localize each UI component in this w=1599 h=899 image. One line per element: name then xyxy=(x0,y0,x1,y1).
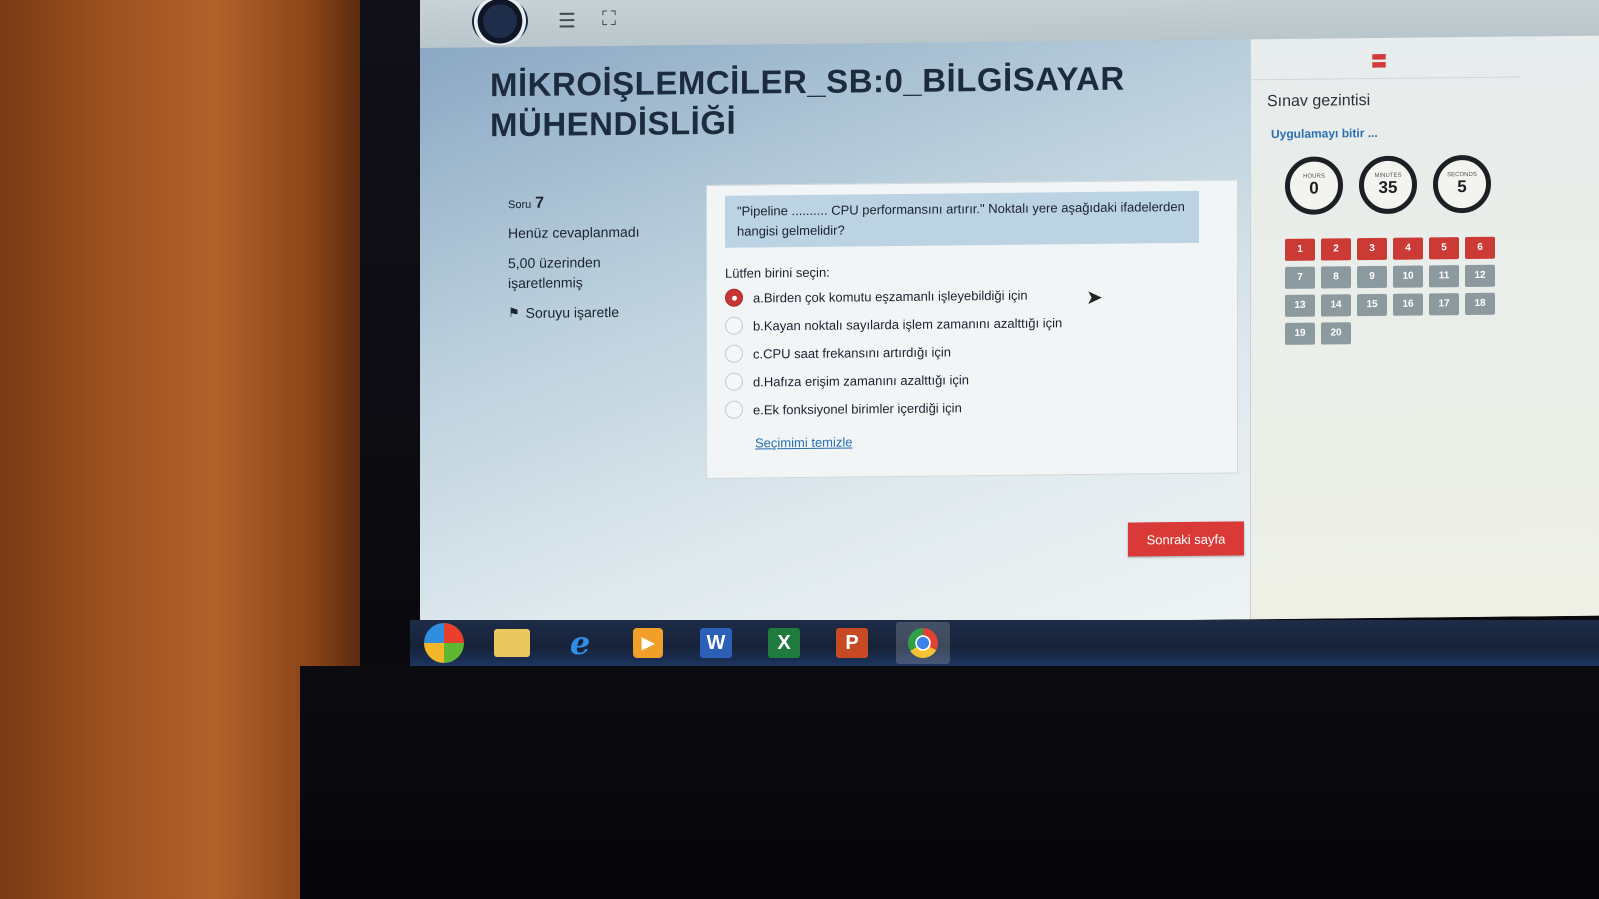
question-nav-button[interactable]: 16 xyxy=(1393,293,1423,316)
media-player-button[interactable]: ▶ xyxy=(624,623,672,663)
question-nav-button[interactable]: 12 xyxy=(1465,264,1495,288)
timer-hours-value: 0 xyxy=(1309,178,1319,198)
clear-selection-link[interactable]: Seçimimi temizle xyxy=(755,434,853,450)
excel-button[interactable]: X xyxy=(760,623,808,663)
excel-icon: X xyxy=(768,628,800,658)
radio-button[interactable] xyxy=(725,372,743,391)
answer-option-label: a.Birden çok komutu eşzamanlı işleyebild… xyxy=(753,287,1028,306)
question-status: Henüz cevaplanmadı xyxy=(508,223,640,242)
finish-attempt-link[interactable]: Uygulamayı bitir ... xyxy=(1271,126,1378,141)
timer-seconds: SECONDS 5 xyxy=(1433,154,1491,214)
question-nav-button[interactable]: 18 xyxy=(1465,292,1495,316)
browser-screen: ☰ ⛶ MİKROİŞLEMCİLER_SB:0_BİLGİSAYAR MÜHE… xyxy=(420,0,1599,629)
question-nav-button[interactable]: 11 xyxy=(1429,265,1459,288)
question-nav-button[interactable]: 20 xyxy=(1321,322,1351,345)
windows-start-icon xyxy=(424,623,464,663)
answer-option-label: d.Hafıza erişim zamanını azalttığı için xyxy=(753,371,970,390)
question-nav-button[interactable]: 13 xyxy=(1285,294,1315,317)
chrome-button[interactable] xyxy=(896,622,950,664)
next-page-button[interactable]: Sonraki sayfa xyxy=(1128,521,1244,557)
question-info: Soru 7 Henüz cevaplanmadı 5,00 üzerinden… xyxy=(508,194,640,333)
timer-minutes: MINUTES 35 xyxy=(1359,155,1417,215)
drawer-title: Sınav gezintisi xyxy=(1267,92,1371,111)
question-nav-button[interactable]: 14 xyxy=(1321,294,1351,317)
question-nav-button[interactable]: 17 xyxy=(1429,293,1459,316)
question-nav-button[interactable]: 19 xyxy=(1285,322,1315,345)
internet-explorer-button[interactable]: e xyxy=(556,623,604,663)
quiz-navigation-drawer: 〓 Sınav gezintisi Uygulamayı bitir ... H… xyxy=(1250,35,1599,620)
answer-option[interactable]: b.Kayan noktalı sayılarda işlem zamanını… xyxy=(725,308,1062,340)
choose-prompt: Lütfen birini seçin: xyxy=(725,264,830,281)
question-nav-button[interactable]: 6 xyxy=(1465,236,1495,260)
timer-minutes-value: 35 xyxy=(1378,177,1398,197)
question-card: "Pipeline .......... CPU performansını a… xyxy=(706,179,1238,480)
flag-icon: ⚑ xyxy=(508,304,520,321)
question-nav-button[interactable]: 5 xyxy=(1429,237,1459,260)
flag-question-label: Soruyu işaretle xyxy=(525,303,620,321)
windows-taskbar: e ▶ W X P xyxy=(410,620,1599,666)
question-number-label: Soru xyxy=(508,198,532,212)
countdown-timer: HOURS 0 MINUTES 35 SECONDS 5 xyxy=(1285,154,1491,215)
radio-button[interactable] xyxy=(725,288,743,307)
question-nav-button[interactable]: 2 xyxy=(1321,238,1351,261)
word-icon: W xyxy=(700,628,732,658)
radio-button[interactable] xyxy=(725,344,743,363)
word-button[interactable]: W xyxy=(692,623,740,663)
question-grade: 5,00 üzerinden işaretlenmiş xyxy=(508,254,601,292)
answer-option-label: b.Kayan noktalı sayılarda işlem zamanını… xyxy=(753,314,1063,334)
page-title: MİKROİŞLEMCİLER_SB:0_BİLGİSAYAR MÜHENDİS… xyxy=(490,59,1125,144)
file-explorer-button[interactable] xyxy=(488,623,536,663)
timer-seconds-value: 5 xyxy=(1457,177,1467,197)
flag-question-button[interactable]: ⚑ Soruyu işaretle xyxy=(508,304,640,321)
timer-hours: HOURS 0 xyxy=(1285,156,1343,215)
main-content: MİKROİŞLEMCİLER_SB:0_BİLGİSAYAR MÜHENDİS… xyxy=(420,39,1250,629)
question-nav-button[interactable]: 4 xyxy=(1393,237,1423,260)
powerpoint-button[interactable]: P xyxy=(828,623,876,663)
radio-button[interactable] xyxy=(725,316,743,335)
answer-option[interactable]: e.Ek fonksiyonel birimler içerdiği için xyxy=(725,392,1062,424)
start-button[interactable] xyxy=(420,623,468,663)
answer-option-label: e.Ek fonksiyonel birimler içerdiği için xyxy=(753,399,962,418)
chrome-icon xyxy=(908,628,938,658)
question-nav-button[interactable]: 9 xyxy=(1357,265,1387,289)
answer-option[interactable]: a.Birden çok komutu eşzamanlı işleyebild… xyxy=(725,280,1062,312)
question-number-grid: 1 2 3 4 5 6 7 8 9 10 11 12 13 14 15 16 17 18 19 20 xyxy=(1285,236,1495,345)
question-nav-button[interactable]: 1 xyxy=(1285,238,1315,261)
question-nav-button[interactable]: 7 xyxy=(1285,266,1315,289)
radio-button[interactable] xyxy=(725,400,743,419)
question-nav-button[interactable]: 3 xyxy=(1357,237,1387,261)
answer-options: a.Birden çok komutu eşzamanlı işleyebild… xyxy=(725,280,1062,424)
answer-option[interactable]: d.Hafıza erişim zamanını azalttığı için xyxy=(725,364,1062,396)
desk-shadow xyxy=(300,666,1599,899)
answer-option[interactable]: c.CPU saat frekansını artırdığı için xyxy=(725,336,1062,368)
media-player-icon: ▶ xyxy=(633,628,663,658)
question-nav-button[interactable]: 15 xyxy=(1357,293,1387,317)
answer-option-label: c.CPU saat frekansını artırdığı için xyxy=(753,343,951,362)
drawer-toggle-icon[interactable]: 〓 xyxy=(1371,48,1387,72)
question-nav-button[interactable]: 8 xyxy=(1321,266,1351,289)
question-text: "Pipeline .......... CPU performansını a… xyxy=(725,190,1199,248)
question-nav-button[interactable]: 10 xyxy=(1393,265,1423,288)
university-logo xyxy=(472,0,528,46)
powerpoint-icon: P xyxy=(836,628,868,658)
internet-explorer-icon: e xyxy=(569,624,591,662)
hamburger-menu-icon[interactable]: ☰ xyxy=(558,8,576,33)
mouse-cursor-icon: ➤ xyxy=(1086,286,1103,310)
file-explorer-icon xyxy=(494,629,530,657)
fullscreen-icon[interactable]: ⛶ xyxy=(602,8,616,31)
drawer-divider xyxy=(1251,76,1521,81)
question-number: 7 xyxy=(535,194,545,212)
